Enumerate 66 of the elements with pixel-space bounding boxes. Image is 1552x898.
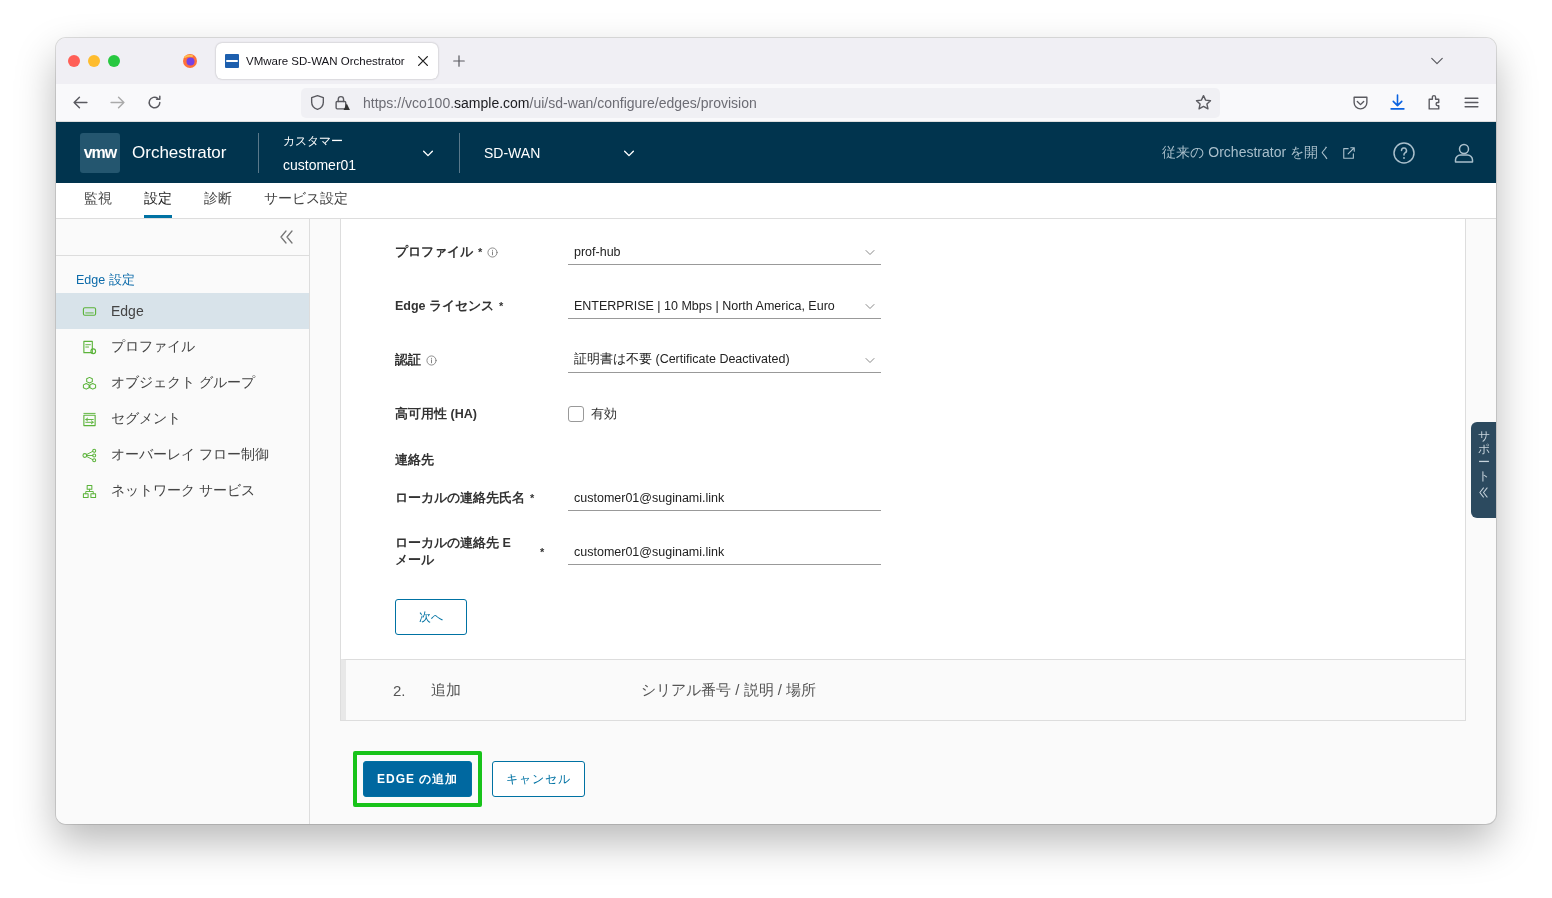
info-icon[interactable] bbox=[487, 246, 499, 258]
tab-title: VMware SD-WAN Orchestrator bbox=[246, 55, 406, 67]
checkbox[interactable] bbox=[568, 406, 584, 422]
download-icon[interactable] bbox=[1389, 94, 1406, 111]
document-gear-icon bbox=[82, 339, 97, 355]
field-label: プロファイル bbox=[395, 243, 473, 261]
reload-icon[interactable] bbox=[146, 94, 163, 111]
cubes-icon bbox=[82, 375, 97, 391]
customer-dropdown[interactable]: カスタマー customer01 bbox=[259, 132, 459, 173]
share-nodes-icon bbox=[82, 447, 97, 463]
field-label: ローカルの連絡先 E メール bbox=[395, 535, 512, 569]
sidebar-item[interactable]: ネットワーク サービス bbox=[56, 473, 309, 509]
network-icon bbox=[82, 483, 97, 499]
nav-tab[interactable]: 診断 bbox=[204, 183, 232, 218]
support-tab[interactable]: サポート bbox=[1471, 422, 1496, 518]
section-title: Edge 設定 bbox=[75, 272, 136, 289]
add-edge-button[interactable]: EDGE の追加 bbox=[363, 761, 473, 797]
field-label: 認証 bbox=[395, 351, 421, 369]
sidebar-item[interactable]: プロファイル bbox=[56, 329, 309, 365]
expand-icon bbox=[1478, 486, 1489, 498]
segment-icon bbox=[82, 411, 97, 427]
required-mark: * bbox=[499, 300, 504, 312]
select-field[interactable]: ENTERPRISE | 10 Mbps | North America, Euro bbox=[568, 293, 881, 319]
logo[interactable]: vmw bbox=[80, 132, 120, 173]
favicon-icon bbox=[224, 53, 240, 69]
star-icon[interactable] bbox=[1195, 94, 1212, 111]
required-mark: * bbox=[530, 492, 535, 504]
next-button[interactable]: 次へ bbox=[395, 599, 467, 635]
shield-icon bbox=[309, 94, 326, 111]
window-control-icon[interactable] bbox=[68, 55, 80, 67]
new-tab-icon[interactable] bbox=[452, 54, 466, 68]
cancel-button[interactable]: キャンセル bbox=[492, 761, 586, 797]
url-text: https://vco100.sample.com/ui/sd-wan/configure/edges/provision bbox=[363, 94, 757, 111]
section-heading: 連絡先 bbox=[395, 452, 434, 469]
service-dropdown[interactable]: SD-WAN bbox=[460, 144, 660, 161]
field-label: 高可用性 (HA) bbox=[395, 405, 477, 423]
checkbox-label: 有効 bbox=[591, 405, 617, 423]
legacy-link[interactable]: 従来の Orchestrator を開く bbox=[1162, 143, 1356, 162]
input-field[interactable]: customer01@suginami.link bbox=[568, 539, 881, 565]
sidebar-item[interactable]: オブジェクト グループ bbox=[56, 365, 309, 401]
external-link-icon bbox=[1342, 145, 1356, 160]
required-mark: * bbox=[478, 246, 483, 258]
field-label: Edge ライセンス bbox=[395, 297, 495, 315]
customer-name: customer01 bbox=[283, 156, 358, 173]
input-field[interactable]: customer01@suginami.link bbox=[568, 485, 881, 511]
info-icon[interactable] bbox=[426, 354, 437, 366]
pocket-icon[interactable] bbox=[1352, 94, 1369, 111]
nav-tab[interactable]: 監視 bbox=[84, 183, 112, 218]
nav-tab[interactable]: サービス設定 bbox=[264, 183, 348, 218]
sidebar-item[interactable]: オーバーレイ フロー制御 bbox=[56, 437, 309, 473]
browser-tab[interactable]: VMware SD-WAN Orchestrator bbox=[216, 43, 438, 79]
help-icon[interactable] bbox=[1392, 140, 1416, 165]
insecure-lock-icon bbox=[334, 94, 351, 111]
field-label: ローカルの連絡先氏名 bbox=[395, 489, 525, 507]
back-icon[interactable] bbox=[72, 94, 89, 111]
customer-label: カスタマー bbox=[283, 132, 344, 150]
address-bar[interactable]: https://vco100.sample.com/ui/sd-wan/configure/edges/provision bbox=[301, 87, 1220, 118]
select-field[interactable]: 証明書は不要 (Certificate Deactivated) bbox=[568, 347, 881, 373]
required-mark: * bbox=[540, 546, 545, 558]
sidebar-item[interactable]: セグメント bbox=[56, 401, 309, 437]
close-icon[interactable] bbox=[416, 54, 430, 68]
browser-logo-icon[interactable] bbox=[182, 53, 198, 69]
product-name: Orchestrator bbox=[132, 142, 228, 163]
step-row[interactable]: 2. 追加 シリアル番号 / 説明 / 場所 bbox=[341, 659, 1465, 720]
sidebar-item[interactable]: Edge bbox=[56, 293, 309, 329]
select-field[interactable]: prof-hub bbox=[568, 239, 881, 265]
